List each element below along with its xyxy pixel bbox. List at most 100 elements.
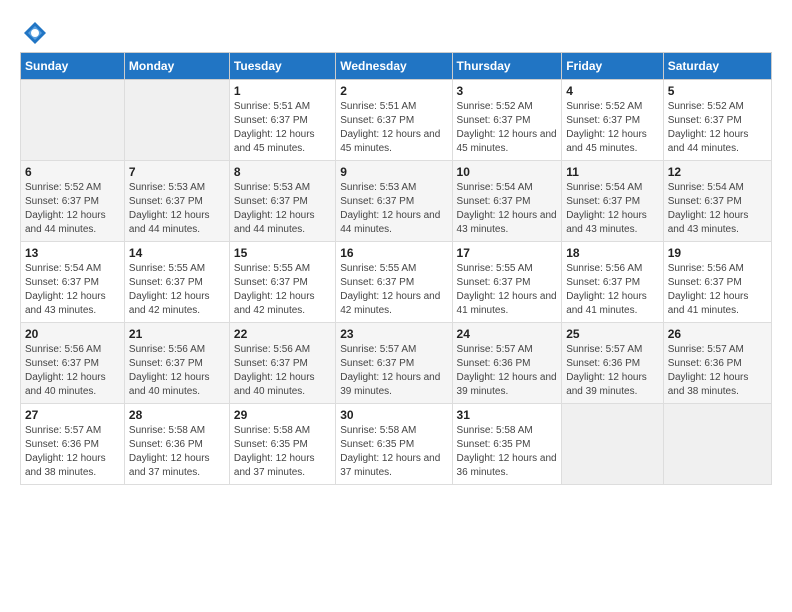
calendar-cell: 10 Sunrise: 5:54 AMSunset: 6:37 PMDayligh… (452, 161, 562, 242)
day-info: Sunrise: 5:57 AMSunset: 6:36 PMDaylight:… (25, 424, 120, 480)
calendar-header-friday: Friday (562, 53, 664, 80)
day-number: 16 (340, 246, 447, 260)
calendar-cell: 13 Sunrise: 5:54 AMSunset: 6:37 PMDayligh… (21, 242, 125, 323)
day-number: 29 (234, 408, 331, 422)
calendar-week-row: 27 Sunrise: 5:57 AMSunset: 6:36 PMDayligh… (21, 404, 772, 485)
calendar-cell: 28 Sunrise: 5:58 AMSunset: 6:36 PMDayligh… (124, 404, 229, 485)
day-number: 9 (340, 165, 447, 179)
day-number: 2 (340, 84, 447, 98)
day-info: Sunrise: 5:54 AMSunset: 6:37 PMDaylight:… (668, 181, 767, 237)
day-info: Sunrise: 5:52 AMSunset: 6:37 PMDaylight:… (566, 100, 659, 156)
calendar-cell: 3 Sunrise: 5:52 AMSunset: 6:37 PMDaylight… (452, 80, 562, 161)
calendar-cell: 18 Sunrise: 5:56 AMSunset: 6:37 PMDayligh… (562, 242, 664, 323)
day-info: Sunrise: 5:54 AMSunset: 6:37 PMDaylight:… (25, 262, 120, 318)
day-number: 13 (25, 246, 120, 260)
day-info: Sunrise: 5:54 AMSunset: 6:37 PMDaylight:… (457, 181, 558, 237)
day-number: 27 (25, 408, 120, 422)
calendar-cell: 24 Sunrise: 5:57 AMSunset: 6:36 PMDayligh… (452, 323, 562, 404)
day-info: Sunrise: 5:57 AMSunset: 6:36 PMDaylight:… (457, 343, 558, 399)
day-info: Sunrise: 5:53 AMSunset: 6:37 PMDaylight:… (340, 181, 447, 237)
day-number: 3 (457, 84, 558, 98)
calendar-header-sunday: Sunday (21, 53, 125, 80)
calendar-cell: 31 Sunrise: 5:58 AMSunset: 6:35 PMDayligh… (452, 404, 562, 485)
calendar-cell: 14Sunrise: 5:55 AMSunset: 6:37 PMDayligh… (124, 242, 229, 323)
day-info: Sunrise: 5:55 AMSunset: 6:37 PMDaylight:… (340, 262, 447, 318)
day-number: 5 (668, 84, 767, 98)
day-number: 21 (129, 327, 225, 341)
day-info: Sunrise: 5:53 AMSunset: 6:37 PMDaylight:… (129, 181, 225, 237)
calendar-week-row: 6Sunrise: 5:52 AMSunset: 6:37 PMDaylight… (21, 161, 772, 242)
calendar-cell: 9 Sunrise: 5:53 AMSunset: 6:37 PMDaylight… (336, 161, 452, 242)
day-number: 31 (457, 408, 558, 422)
calendar-week-row: 1 Sunrise: 5:51 AMSunset: 6:37 PMDaylight… (21, 80, 772, 161)
calendar-cell: 17 Sunrise: 5:55 AMSunset: 6:37 PMDayligh… (452, 242, 562, 323)
calendar-cell (21, 80, 125, 161)
day-info: Sunrise: 5:53 AMSunset: 6:37 PMDaylight:… (234, 181, 331, 237)
day-number: 30 (340, 408, 447, 422)
day-info: Sunrise: 5:56 AMSunset: 6:37 PMDaylight:… (668, 262, 767, 318)
calendar-cell: 11 Sunrise: 5:54 AMSunset: 6:37 PMDayligh… (562, 161, 664, 242)
day-number: 10 (457, 165, 558, 179)
calendar-header-tuesday: Tuesday (229, 53, 335, 80)
page-header (20, 20, 772, 42)
calendar-cell: 19 Sunrise: 5:56 AMSunset: 6:37 PMDayligh… (663, 242, 771, 323)
day-number: 15 (234, 246, 331, 260)
calendar-cell: 16 Sunrise: 5:55 AMSunset: 6:37 PMDayligh… (336, 242, 452, 323)
day-info: Sunrise: 5:55 AMSunset: 6:37 PMDaylight:… (457, 262, 558, 318)
day-number: 22 (234, 327, 331, 341)
day-number: 17 (457, 246, 558, 260)
day-info: Sunrise: 5:57 AMSunset: 6:36 PMDaylight:… (566, 343, 659, 399)
calendar-cell: 6Sunrise: 5:52 AMSunset: 6:37 PMDaylight… (21, 161, 125, 242)
day-info: Sunrise: 5:56 AMSunset: 6:37 PMDaylight:… (25, 343, 120, 399)
calendar-header-monday: Monday (124, 53, 229, 80)
day-info: Sunrise: 5:58 AMSunset: 6:35 PMDaylight:… (457, 424, 558, 480)
day-number: 18 (566, 246, 659, 260)
calendar-cell: 25 Sunrise: 5:57 AMSunset: 6:36 PMDayligh… (562, 323, 664, 404)
day-number: 20 (25, 327, 120, 341)
day-number: 6 (25, 165, 120, 179)
calendar-week-row: 20 Sunrise: 5:56 AMSunset: 6:37 PMDayligh… (21, 323, 772, 404)
day-number: 14 (129, 246, 225, 260)
calendar-cell: 7 Sunrise: 5:53 AMSunset: 6:37 PMDaylight… (124, 161, 229, 242)
day-info: Sunrise: 5:58 AMSunset: 6:35 PMDaylight:… (340, 424, 447, 480)
day-info: Sunrise: 5:58 AMSunset: 6:35 PMDaylight:… (234, 424, 331, 480)
calendar-cell: 1 Sunrise: 5:51 AMSunset: 6:37 PMDaylight… (229, 80, 335, 161)
calendar-cell: 15 Sunrise: 5:55 AMSunset: 6:37 PMDayligh… (229, 242, 335, 323)
day-number: 26 (668, 327, 767, 341)
day-number: 19 (668, 246, 767, 260)
day-info: Sunrise: 5:57 AMSunset: 6:37 PMDaylight:… (340, 343, 447, 399)
calendar-cell (562, 404, 664, 485)
day-number: 28 (129, 408, 225, 422)
calendar-header-wednesday: Wednesday (336, 53, 452, 80)
day-info: Sunrise: 5:52 AMSunset: 6:37 PMDaylight:… (457, 100, 558, 156)
calendar-cell: 8 Sunrise: 5:53 AMSunset: 6:37 PMDaylight… (229, 161, 335, 242)
day-info: Sunrise: 5:52 AMSunset: 6:37 PMDaylight:… (668, 100, 767, 156)
day-info: Sunrise: 5:58 AMSunset: 6:36 PMDaylight:… (129, 424, 225, 480)
day-number: 7 (129, 165, 225, 179)
calendar-header-saturday: Saturday (663, 53, 771, 80)
day-info: Sunrise: 5:51 AMSunset: 6:37 PMDaylight:… (340, 100, 447, 156)
calendar-cell: 22Sunrise: 5:56 AMSunset: 6:37 PMDayligh… (229, 323, 335, 404)
calendar-cell: 30 Sunrise: 5:58 AMSunset: 6:35 PMDayligh… (336, 404, 452, 485)
day-number: 8 (234, 165, 331, 179)
day-info: Sunrise: 5:56 AMSunset: 6:37 PMDaylight:… (566, 262, 659, 318)
day-info: Sunrise: 5:51 AMSunset: 6:37 PMDaylight:… (234, 100, 331, 156)
calendar-table: SundayMondayTuesdayWednesdayThursdayFrid… (20, 52, 772, 485)
calendar-cell: 23Sunrise: 5:57 AMSunset: 6:37 PMDayligh… (336, 323, 452, 404)
calendar-cell: 29 Sunrise: 5:58 AMSunset: 6:35 PMDayligh… (229, 404, 335, 485)
day-info: Sunrise: 5:54 AMSunset: 6:37 PMDaylight:… (566, 181, 659, 237)
day-number: 1 (234, 84, 331, 98)
calendar-header-row: SundayMondayTuesdayWednesdayThursdayFrid… (21, 53, 772, 80)
day-number: 11 (566, 165, 659, 179)
day-number: 24 (457, 327, 558, 341)
day-info: Sunrise: 5:56 AMSunset: 6:37 PMDaylight:… (129, 343, 225, 399)
calendar-cell: 26Sunrise: 5:57 AMSunset: 6:36 PMDayligh… (663, 323, 771, 404)
calendar-cell (663, 404, 771, 485)
logo (20, 20, 50, 42)
calendar-cell: 20 Sunrise: 5:56 AMSunset: 6:37 PMDayligh… (21, 323, 125, 404)
calendar-cell: 27 Sunrise: 5:57 AMSunset: 6:36 PMDayligh… (21, 404, 125, 485)
logo-icon (22, 20, 48, 46)
calendar-cell: 4Sunrise: 5:52 AMSunset: 6:37 PMDaylight… (562, 80, 664, 161)
day-info: Sunrise: 5:55 AMSunset: 6:37 PMDaylight:… (234, 262, 331, 318)
day-number: 25 (566, 327, 659, 341)
